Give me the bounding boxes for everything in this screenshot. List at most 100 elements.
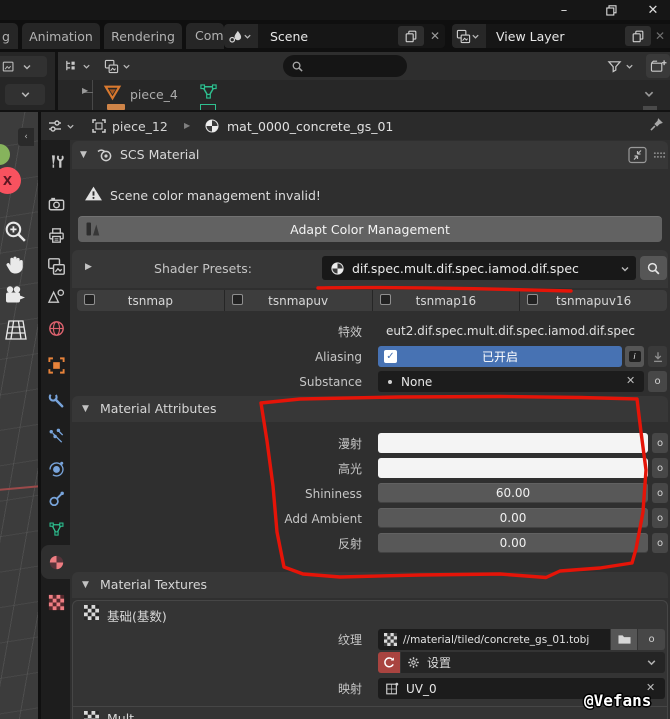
flag-toggle-tsnmap[interactable]: tsnmap bbox=[77, 290, 224, 311]
breadcrumb-object[interactable]: piece_12 bbox=[112, 119, 168, 134]
viewport-partial: X bbox=[0, 112, 38, 719]
outliner-search-input[interactable] bbox=[283, 55, 407, 77]
tab-compositing-clipped[interactable]: Com bbox=[186, 23, 224, 49]
outliner-object-name[interactable]: piece_4 bbox=[130, 87, 178, 102]
shininess-animate-button[interactable]: o bbox=[652, 483, 668, 503]
sidebar-tab-view-layer[interactable] bbox=[44, 254, 68, 278]
diffuse-color-swatch[interactable] bbox=[378, 433, 648, 453]
panel-collapse-arrow[interactable]: ▼ bbox=[80, 150, 87, 160]
tab-animation[interactable]: Animation bbox=[22, 23, 100, 49]
aliasing-download-button[interactable] bbox=[648, 346, 667, 367]
scs-addon-icon bbox=[96, 146, 114, 164]
sidebar-tab-particles[interactable] bbox=[44, 424, 68, 448]
new-collection-button[interactable] bbox=[646, 54, 670, 78]
mesh-data-icon[interactable] bbox=[199, 83, 218, 100]
view-layer-unlink-button[interactable]: ✕ bbox=[651, 24, 669, 48]
flag-toggle-tsnmap16[interactable]: tsnmap16 bbox=[373, 290, 520, 311]
specular-color-swatch[interactable] bbox=[378, 458, 648, 478]
sidebar-tab-physics[interactable] bbox=[44, 456, 68, 480]
adapt-color-management-button[interactable]: Adapt Color Management bbox=[78, 216, 662, 242]
tab-clipped-left[interactable]: g bbox=[0, 23, 18, 49]
scene-copy-button[interactable] bbox=[398, 26, 424, 46]
tab-label: g bbox=[2, 29, 10, 44]
sidebar-tab-texture[interactable] bbox=[44, 590, 68, 614]
sidebar-tab-render[interactable] bbox=[44, 192, 68, 216]
mapping-label: 映射 bbox=[200, 681, 362, 697]
gizmo-x-axis-ball[interactable]: X bbox=[0, 167, 21, 194]
shader-preset-search-button[interactable] bbox=[640, 256, 667, 280]
chevron-down-icon bbox=[646, 657, 657, 668]
texture-reload-button[interactable] bbox=[378, 652, 400, 673]
texture-settings-dropdown[interactable]: 设置 bbox=[401, 652, 665, 673]
substance-dropdown[interactable]: None ✕ bbox=[378, 371, 644, 392]
minimize-button[interactable]: – bbox=[545, 0, 583, 20]
panel-collapse-arrow[interactable]: ▼ bbox=[82, 404, 89, 414]
pin-button[interactable] bbox=[648, 116, 666, 134]
close-button[interactable]: ✕ bbox=[636, 0, 670, 20]
camera-view-button[interactable] bbox=[2, 283, 29, 310]
outliner-filter-button[interactable] bbox=[607, 56, 643, 77]
material-attributes-title: Material Attributes bbox=[100, 401, 216, 416]
aliasing-value-text: 已开启 bbox=[482, 348, 518, 365]
blender-window: – ✕ g Animation Rendering Com Scene ✕ Vi… bbox=[0, 0, 670, 719]
sidebar-tab-object[interactable] bbox=[44, 353, 68, 377]
subpanel-expand-arrow[interactable]: ▶ bbox=[85, 262, 92, 272]
flag-toggle-tsnmapuv[interactable]: tsnmapuv bbox=[225, 290, 372, 311]
tab-rendering[interactable]: Rendering bbox=[104, 23, 182, 49]
panel-grip-handle[interactable] bbox=[653, 150, 666, 160]
sidebar-tab-material[interactable] bbox=[44, 550, 68, 574]
physics-icon bbox=[47, 459, 66, 478]
chevron-down-icon bbox=[620, 264, 630, 274]
aliasing-info-button[interactable]: i bbox=[625, 346, 644, 367]
add-ambient-slider[interactable]: 0.00 bbox=[378, 508, 648, 528]
flag-toggle-tsnmapuv16[interactable]: tsnmapuv16 bbox=[520, 290, 667, 311]
texture-path-field[interactable]: //material/tiled/concrete_gs_01.tobj bbox=[378, 629, 610, 650]
gizmo-y-axis-ball[interactable] bbox=[0, 144, 10, 165]
sidebar-tab-tool[interactable] bbox=[44, 150, 68, 174]
sidebar-tab-scene[interactable] bbox=[44, 284, 68, 308]
properties-editor-type-button[interactable] bbox=[47, 115, 83, 137]
panel-collapse-arrow[interactable]: ▼ bbox=[82, 580, 89, 590]
reflection-slider[interactable]: 0.00 bbox=[378, 533, 648, 553]
shader-presets-dropdown[interactable]: dif.spec.mult.dif.spec.iamod.dif.spec bbox=[322, 256, 636, 280]
specular-animate-button[interactable]: o bbox=[652, 458, 668, 478]
substance-animate-button[interactable]: o bbox=[648, 371, 667, 392]
sidebar-tab-output[interactable] bbox=[44, 223, 68, 247]
texture-animate-button[interactable]: o bbox=[638, 629, 665, 650]
sidebar-tab-object-data[interactable] bbox=[44, 517, 68, 541]
zoom-tool-button[interactable] bbox=[2, 218, 29, 245]
outliner-display-mode-button[interactable] bbox=[64, 56, 100, 77]
view-layer-type-button[interactable] bbox=[452, 24, 486, 48]
chevron-down-icon bbox=[243, 32, 252, 41]
breadcrumb-material[interactable]: mat_0000_concrete_gs_01 bbox=[227, 119, 393, 134]
reflection-animate-button[interactable]: o bbox=[652, 533, 668, 553]
sidebar-tab-constraints[interactable] bbox=[44, 487, 68, 511]
tree-branch-arrow[interactable]: ▶ bbox=[82, 86, 88, 95]
region-collapse-arrow[interactable]: ‹ bbox=[18, 128, 34, 146]
sidebar-tab-world[interactable] bbox=[44, 316, 68, 340]
sidebar-tab-modifiers[interactable] bbox=[44, 388, 68, 412]
checkbox-icon bbox=[84, 294, 95, 305]
slider-value: 0.00 bbox=[500, 536, 527, 550]
panel-collapse-corner-button[interactable] bbox=[627, 146, 648, 164]
outliner-filter-display-button[interactable] bbox=[104, 56, 140, 77]
diffuse-animate-button[interactable]: o bbox=[652, 433, 668, 453]
aliasing-toggle[interactable]: ✓ 已开启 bbox=[378, 346, 622, 367]
pan-tool-button[interactable] bbox=[2, 252, 29, 279]
scene-unlink-button[interactable]: ✕ bbox=[426, 24, 444, 48]
left-editor-type-button[interactable] bbox=[0, 56, 47, 77]
view-layer-copy-button[interactable] bbox=[625, 26, 651, 46]
add-ambient-animate-button[interactable]: o bbox=[652, 508, 668, 528]
texture-box-divider bbox=[73, 706, 667, 707]
ortho-toggle-button[interactable] bbox=[3, 317, 29, 343]
left-editor-dropdown-button[interactable] bbox=[5, 84, 45, 105]
texture-slot-title-text: 基础(基数) bbox=[107, 609, 167, 624]
world-icon bbox=[47, 319, 66, 338]
texture-browse-button[interactable] bbox=[611, 629, 637, 650]
restore-button[interactable] bbox=[592, 0, 630, 20]
scene-type-button[interactable] bbox=[224, 24, 258, 48]
clear-substance-button[interactable]: ✕ bbox=[626, 375, 635, 386]
shininess-slider[interactable]: 60.00 bbox=[378, 483, 648, 503]
shininess-label: Shininess bbox=[140, 486, 362, 502]
chevron-down-icon[interactable] bbox=[643, 88, 655, 100]
